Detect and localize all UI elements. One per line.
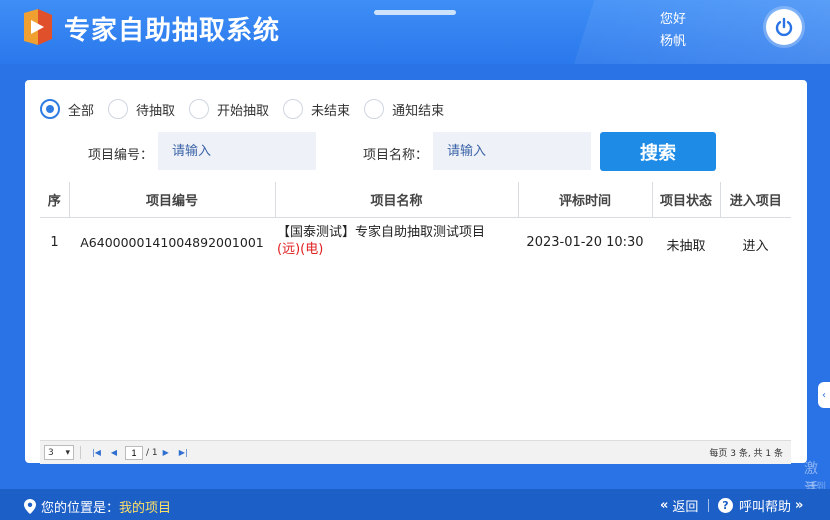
- first-page-icon[interactable]: |◀: [92, 448, 101, 457]
- table-row[interactable]: 1 A6400000141004892001001 【国泰测试】专家自助抽取测试…: [40, 218, 791, 265]
- filter-label: 未结束: [311, 103, 351, 119]
- chevron-left-icon: ‹: [822, 389, 826, 401]
- filter-radio-unfinished[interactable]: 未结束: [283, 99, 350, 119]
- page-size-select[interactable]: 3 ▾: [44, 445, 74, 460]
- back-button[interactable]: « 返回: [660, 496, 698, 515]
- double-chevron-right-icon: »: [795, 498, 804, 513]
- caret-down-icon: ▾: [65, 447, 70, 458]
- location-label: 您的位置是：: [41, 501, 120, 516]
- col-header-status: 项目状态: [651, 182, 721, 218]
- app-title: 专家自助抽取系统: [64, 16, 281, 46]
- main-panel: 全部 待抽取 开始抽取 未结束 通知结束 项目编号： 项目名称： 搜索: [25, 80, 807, 464]
- col-header-name: 项目名称: [274, 182, 519, 218]
- filter-radio-started[interactable]: 开始抽取: [189, 99, 269, 119]
- cell-index: 1: [50, 235, 59, 250]
- radio-circle: [283, 99, 304, 119]
- help-label: 呼叫帮助: [739, 500, 792, 515]
- call-help-button[interactable]: ? 呼叫帮助 »: [718, 496, 803, 515]
- filter-label: 开始抽取: [217, 103, 270, 119]
- filter-label: 通知结束: [392, 103, 445, 119]
- prev-page-icon[interactable]: ◀: [111, 448, 117, 457]
- status-filter-group: 全部 待抽取 开始抽取 未结束 通知结束: [40, 98, 458, 120]
- breadcrumb-link-my-projects[interactable]: 我的项目: [119, 497, 171, 516]
- col-header-time: 评标时间: [517, 182, 653, 218]
- last-page-icon[interactable]: ▶|: [179, 448, 188, 457]
- cell-code: A6400000141004892001001: [80, 235, 264, 250]
- filter-radio-pending[interactable]: 待抽取: [108, 99, 175, 119]
- radio-circle: [189, 99, 210, 119]
- radio-circle: [40, 99, 60, 119]
- page-size-value: 3: [48, 447, 54, 458]
- window-drag-handle[interactable]: [374, 10, 456, 15]
- filter-label: 待抽取: [136, 103, 176, 119]
- logo-icon: [24, 9, 52, 45]
- project-code-label: 项目编号：: [88, 148, 154, 163]
- project-tags: (远)(电): [277, 242, 324, 257]
- logout-button[interactable]: [766, 9, 802, 45]
- pagination-bar: 3 ▾ |◀ ◀ / 1 ▶ ▶| 每页 3 条, 共 1 条: [40, 440, 791, 464]
- filter-radio-all[interactable]: 全部: [40, 99, 94, 119]
- next-page-icon[interactable]: ▶: [163, 448, 169, 457]
- current-page-input[interactable]: [125, 445, 144, 460]
- project-name-input[interactable]: [433, 132, 591, 170]
- project-name-text: 【国泰测试】专家自助抽取测试项目: [277, 225, 486, 240]
- project-code-input[interactable]: [158, 132, 316, 170]
- table-header-row: 序 项目编号 项目名称 评标时间 项目状态 进入项目: [40, 182, 791, 218]
- footer-bar: 您的位置是： 我的项目 « 返回 ? 呼叫帮助 »: [0, 489, 830, 520]
- header-bar: 专家自助抽取系统 您好 杨帆: [0, 0, 830, 64]
- total-pages-text: / 1: [146, 447, 158, 458]
- greeting-text: 您好: [660, 12, 687, 27]
- col-header-index: 序: [40, 182, 70, 218]
- filter-label: 全部: [68, 103, 95, 119]
- cell-time: 2023-01-20 10:30: [526, 235, 644, 250]
- search-row: 项目编号： 项目名称： 搜索: [25, 132, 807, 172]
- project-table: 序 项目编号 项目名称 评标时间 项目状态 进入项目 1 A6400000141…: [40, 182, 791, 264]
- side-collapse-tab[interactable]: ‹: [818, 382, 830, 408]
- username-text: 杨帆: [660, 34, 687, 49]
- col-header-enter: 进入项目: [719, 182, 791, 218]
- enter-project-link[interactable]: 进入: [720, 218, 791, 265]
- filter-radio-notified-end[interactable]: 通知结束: [364, 99, 444, 119]
- back-label: 返回: [672, 500, 699, 515]
- location-pin-icon: [24, 499, 36, 514]
- radio-circle: [364, 99, 385, 119]
- search-button[interactable]: 搜索: [600, 132, 716, 171]
- cell-name: 【国泰测试】专家自助抽取测试项目 (远)(电): [275, 218, 518, 265]
- radio-circle: [108, 99, 129, 119]
- cell-status: 未抽取: [666, 239, 706, 254]
- power-icon: [775, 17, 793, 37]
- project-name-label: 项目名称：: [363, 148, 429, 163]
- col-header-code: 项目编号: [68, 182, 276, 218]
- pager-divider: [80, 446, 81, 459]
- pager-summary: 每页 3 条, 共 1 条: [709, 449, 783, 459]
- double-chevron-left-icon: «: [660, 498, 669, 513]
- location-breadcrumb: 您的位置是： 我的项目: [24, 497, 171, 516]
- footer-divider: [708, 499, 709, 512]
- help-icon: ?: [718, 498, 733, 513]
